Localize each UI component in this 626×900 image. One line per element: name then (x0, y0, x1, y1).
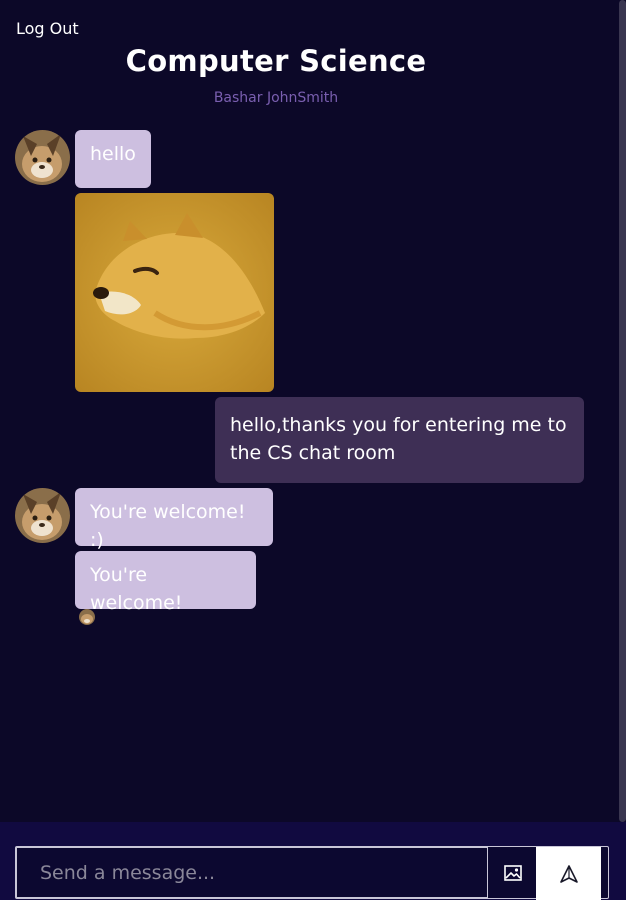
room-users: Bashar JohnSmith (213, 90, 339, 106)
room-title: Computer Science (125, 44, 427, 78)
message-text: You're welcome! :) (90, 501, 246, 551)
avatar (15, 488, 70, 543)
message-bubble-outgoing: hello,thanks you for entering me to the … (215, 397, 584, 483)
scrollbar[interactable] (619, 0, 626, 822)
message-bubble-incoming: hello (75, 130, 151, 188)
message-bubble-incoming: You're welcome! (75, 551, 256, 614)
shiba-inu-dog-image (75, 193, 274, 392)
caracal-avatar-icon (15, 130, 70, 185)
chat-app: Log Out Computer Science Bashar JohnSmit… (0, 0, 626, 900)
message-text: hello,thanks you for entering me to the … (230, 414, 567, 464)
caracal-avatar-icon (79, 609, 95, 625)
logout-button[interactable]: Log Out (16, 19, 79, 38)
send-button[interactable] (536, 847, 601, 900)
message-bubble-incoming: You're welcome! :) (75, 488, 273, 551)
message-input[interactable] (16, 847, 488, 898)
attach-image-button[interactable] (489, 847, 536, 899)
image-icon (503, 865, 522, 881)
avatar (15, 130, 70, 185)
send-icon (559, 864, 578, 883)
message-text: hello (90, 143, 136, 165)
caracal-avatar-icon (15, 488, 70, 543)
read-receipt-avatar (79, 609, 95, 625)
message-text: You're welcome! (90, 564, 183, 614)
image-message[interactable] (75, 193, 274, 392)
